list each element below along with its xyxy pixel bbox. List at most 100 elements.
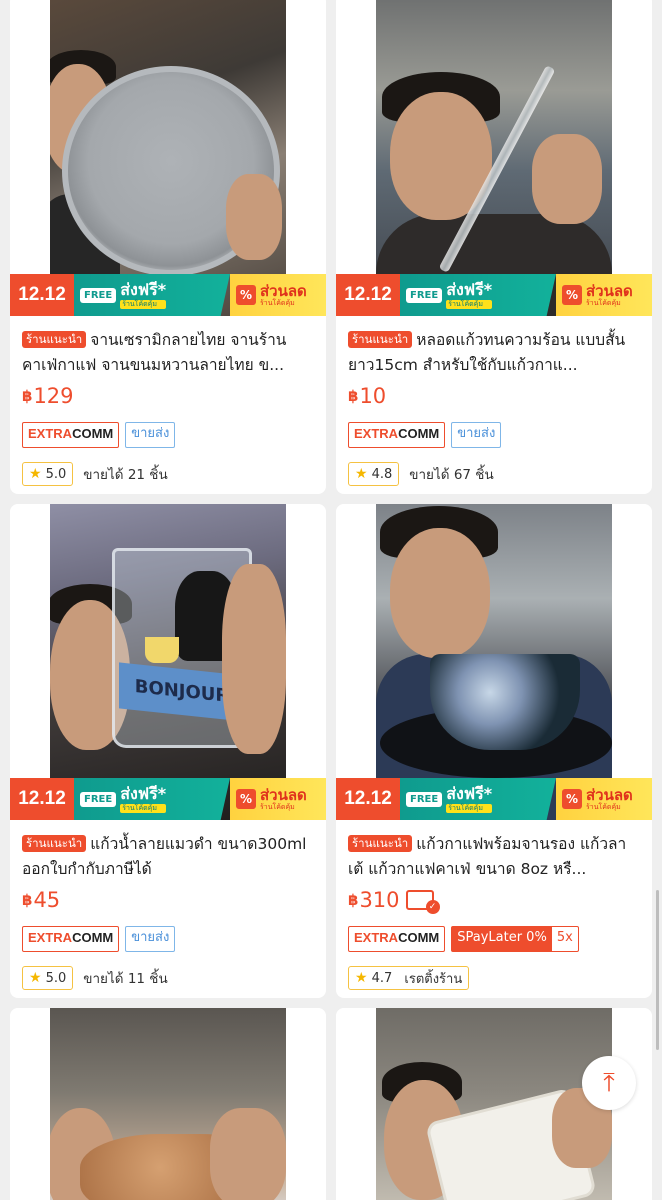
wholesale-tag: ขายส่ง [125,422,176,448]
recommended-badge: ร้านแนะนำ [22,835,87,852]
wholesale-tag: ขายส่ง [451,422,502,448]
sold-count: ขายได้ 21 ชิ้น [83,467,168,483]
star-icon: ★ [29,970,42,986]
rating-value: 4.7 [371,970,393,986]
discount-label: ส่วนลด [586,785,633,804]
discount-label: ส่วนลด [586,281,633,300]
tag-row: EXTRACOMM ขายส่ง [22,926,314,952]
recommended-badge: ร้านแนะนำ [348,331,413,348]
discount-badge: % ส่วนลด ร้านโค้ดคุ้ม [556,274,652,316]
arrow-up-icon: ⤒ [603,1067,615,1098]
rating-badge: ★ 5.0 [22,462,74,486]
discount-badge: % ส่วนลด ร้านโค้ดคุ้ม [230,274,326,316]
promo-date: 12.12 [336,274,400,316]
back-to-top-button[interactable]: ⤒ [582,1056,636,1110]
rating-value: 5.0 [45,466,67,482]
extra-comm-tag: EXTRACOMM [22,926,120,952]
rating-badge: ★ 5.0 [22,966,74,990]
promo-banner: 12.12 FREE ส่งฟรี* ร้านโค้ดคุ้ม % ส่วนลด… [336,778,652,820]
discount-sub-label: ร้านโค้ดคุ้ม [586,802,621,811]
free-shipping-badge: FREE ส่งฟรี* ร้านโค้ดคุ้ม [400,274,556,316]
free-shipping-badge: FREE ส่งฟรี* ร้านโค้ดคุ้ม [74,778,230,820]
recommended-badge: ร้านแนะนำ [348,835,413,852]
shipping-sub-label: ร้านโค้ดคุ้ม [120,803,167,813]
free-shipping-badge: FREE ส่งฟรี* ร้านโค้ดคุ้ม [400,778,556,820]
product-title[interactable]: ร้านแนะนำ จานเซรามิกลายไทย จานร้านคาเฟ่กา… [22,328,314,378]
product-card[interactable]: 12.12 FREE ส่งฟรี* ร้านโค้ดคุ้ม % ส่วนลด… [336,504,652,998]
tag-row: EXTRACOMM ขายส่ง [22,422,314,448]
rating-row: ★ 5.0 ขายได้ 11 ชิ้น [22,966,314,990]
product-photo [376,1008,612,1200]
product-price: 129 [33,384,74,408]
rating-row: ★ 5.0 ขายได้ 21 ชิ้น [22,462,314,486]
discount-sub-label: ร้านโค้ดคุ้ม [260,298,295,307]
shipping-sub-label: ร้านโค้ดคุ้ม [120,299,167,309]
product-title[interactable]: ร้านแนะนำ แก้วน้ำลายแมวดำ ขนาด300ml ออกใบ… [22,832,314,882]
product-card[interactable] [10,1008,326,1200]
promo-date: 12.12 [336,778,400,820]
rating-row: ★ 4.8 ขายได้ 67 ชิ้น [348,462,640,486]
percent-icon: % [562,285,582,305]
discount-label: ส่วนลด [260,281,307,300]
extra-comm-tag: EXTRACOMM [348,422,446,448]
shipping-label: ส่งฟรี* [120,783,167,803]
currency-symbol: ฿ [348,387,359,405]
wholesale-tag: ขายส่ง [125,926,176,952]
product-photo [50,0,286,316]
currency-symbol: ฿ [22,387,33,405]
free-label: FREE [406,791,443,807]
promo-banner: 12.12 FREE ส่งฟรี* ร้านโค้ดคุ้ม % ส่วนลด… [10,778,326,820]
product-image[interactable]: BONJOUR 12.12 FREE ส่งฟรี* ร้านโค้ดคุ้ม … [10,504,326,820]
free-label: FREE [80,791,117,807]
discount-badge: % ส่วนลด ร้านโค้ดคุ้ม [230,778,326,820]
product-image[interactable]: 12.12 FREE ส่งฟรี* ร้านโค้ดคุ้ม % ส่วนลด… [336,0,652,316]
sold-count: ขายได้ 11 ชิ้น [83,971,168,987]
shipping-sub-label: ร้านโค้ดคุ้ม [446,299,493,309]
rating-value: 5.0 [45,970,67,986]
product-card[interactable]: 12.12 FREE ส่งฟรี* ร้านโค้ดคุ้ม % ส่วนลด… [336,0,652,494]
product-price: 10 [359,384,387,408]
currency-symbol: ฿ [348,891,359,909]
rating-badge: ★ 4.7 เรตติ้งร้าน [348,966,470,990]
recommended-badge: ร้านแนะนำ [22,331,87,348]
shop-rating-label: เรตติ้งร้าน [404,971,463,987]
product-photo [376,0,612,316]
tag-row: EXTRACOMM SPayLater 0% 5x [348,926,640,952]
percent-icon: % [236,285,256,305]
free-shipping-badge: FREE ส่งฟรี* ร้านโค้ดคุ้ม [74,274,230,316]
price-row: ฿ 45 [22,886,314,914]
shipping-sub-label: ร้านโค้ดคุ้ม [446,803,493,813]
percent-icon: % [562,789,582,809]
product-card[interactable]: BONJOUR 12.12 FREE ส่งฟรี* ร้านโค้ดคุ้ม … [10,504,326,998]
star-icon: ★ [355,466,368,482]
promo-date: 12.12 [10,274,74,316]
free-label: FREE [406,287,443,303]
product-image[interactable] [10,1008,326,1200]
discount-sub-label: ร้านโค้ดคุ้ม [586,298,621,307]
discount-label: ส่วนลด [260,785,307,804]
product-title[interactable]: ร้านแนะนำ แก้วกาแฟพร้อมจานรอง แก้วลาเต้ แ… [348,832,640,882]
product-price: 310 [359,888,400,912]
shipping-label: ส่งฟรี* [446,783,493,803]
sold-count: ขายได้ 67 ชิ้น [409,467,494,483]
promo-date: 12.12 [10,778,74,820]
spaylater-icon [405,890,440,914]
extra-comm-tag: EXTRACOMM [348,926,446,952]
product-image[interactable]: 12.12 FREE ส่งฟรี* ร้านโค้ดคุ้ม % ส่วนลด… [336,504,652,820]
currency-symbol: ฿ [22,891,33,909]
product-card[interactable]: 12.12 FREE ส่งฟรี* ร้านโค้ดคุ้ม % ส่วนลด… [10,0,326,494]
spaylater-tag: SPayLater 0% 5x [451,926,579,952]
discount-badge: % ส่วนลด ร้านโค้ดคุ้ม [556,778,652,820]
free-label: FREE [80,287,117,303]
price-row: ฿ 310 [348,886,640,914]
shipping-label: ส่งฟรี* [120,279,167,299]
star-icon: ★ [355,970,368,986]
product-price: 45 [33,888,61,912]
product-photo [376,504,612,820]
scrollbar[interactable] [656,890,659,1050]
price-row: ฿ 10 [348,382,640,410]
product-photo: BONJOUR [50,504,286,820]
rating-row: ★ 4.7 เรตติ้งร้าน [348,966,640,990]
product-title[interactable]: ร้านแนะนำ หลอดแก้วทนความร้อน แบบสั้น ยาว1… [348,328,640,378]
product-image[interactable]: 12.12 FREE ส่งฟรี* ร้านโค้ดคุ้ม % ส่วนลด… [10,0,326,316]
